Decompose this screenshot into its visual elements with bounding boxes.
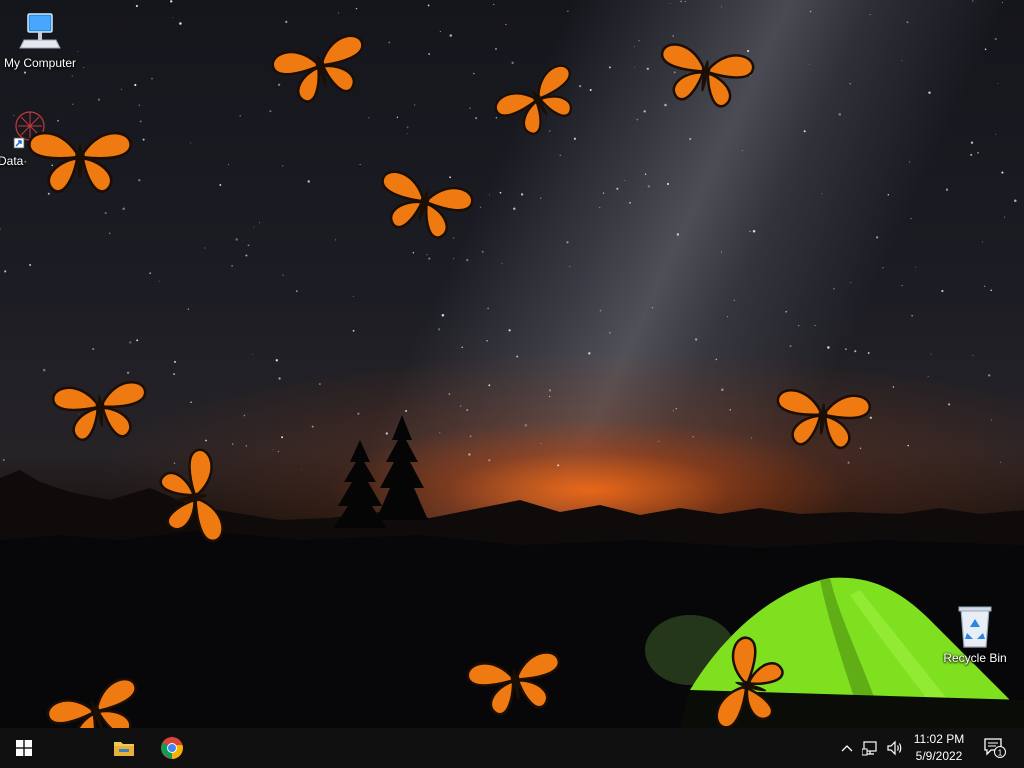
action-center-button[interactable]: 1 [980, 728, 1010, 768]
network-icon [862, 741, 877, 756]
desktop-icon-data[interactable]: Data [0, 108, 58, 168]
taskbar-chrome[interactable] [148, 728, 196, 768]
desktop-icon-label: Data [0, 154, 24, 168]
desktop-icon-recycle-bin[interactable]: Recycle Bin [935, 603, 1015, 665]
taskbar-clock[interactable]: 11:02 PM 5/9/2022 [904, 731, 974, 765]
mountain-landscape [0, 415, 1024, 728]
desktop-icon-label: My Computer [3, 56, 77, 70]
clock-date: 5/9/2022 [915, 749, 963, 763]
desktop-wallpaper[interactable]: My Computer Data Recycle Bin [0, 0, 1024, 728]
taskbar: 11:02 PM 5/9/2022 1 [0, 728, 1024, 768]
clock-time: 11:02 PM [913, 732, 965, 746]
notification-count: 1 [998, 748, 1003, 758]
desktop-icon-label: Recycle Bin [943, 651, 1007, 665]
desktop-icon-my-computer[interactable]: My Computer [0, 10, 80, 70]
computer-icon [19, 13, 61, 49]
folder-icon [114, 742, 134, 756]
recycle-bin-icon [958, 606, 992, 648]
chevron-up-icon [841, 745, 853, 752]
shortcut-icon [13, 111, 45, 149]
volume-button[interactable] [884, 728, 906, 768]
start-button[interactable] [0, 728, 48, 768]
chrome-icon [161, 737, 183, 759]
windows-logo-icon [16, 740, 32, 756]
volume-icon [887, 740, 902, 756]
show-hidden-icons-button[interactable] [838, 728, 856, 768]
action-center-icon: 1 [984, 738, 1006, 758]
taskbar-file-explorer[interactable] [100, 728, 148, 768]
network-status-button[interactable] [860, 728, 882, 768]
